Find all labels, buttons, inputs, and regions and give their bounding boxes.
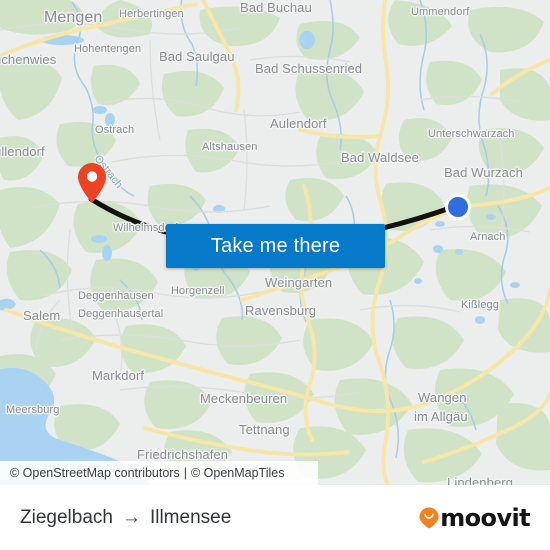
moovit-pin-icon	[419, 507, 439, 529]
map-pin-icon	[78, 163, 106, 203]
arrow-right-icon: →	[121, 507, 141, 528]
take-me-there-button[interactable]: Take me there	[166, 224, 385, 268]
take-me-there-label: Take me there	[210, 234, 341, 257]
origin-pin[interactable]	[78, 163, 106, 203]
osm-attribution-link[interactable]: © OpenStreetMap contributors	[10, 466, 180, 480]
map-canvas[interactable]: Mengen Herbertingen Bad Buchau Ummendorf Hoh…	[0, 0, 550, 485]
destination-dot[interactable]	[445, 194, 471, 220]
moovit-route-screenshot: Mengen Herbertingen Bad Buchau Ummendorf Hoh…	[0, 0, 550, 550]
map-attribution: © OpenStreetMap contributors | © OpenMap…	[0, 461, 318, 485]
openmaptiles-attribution-link[interactable]: © OpenMapTiles	[191, 466, 285, 480]
route-destination-label: Illmensee	[149, 506, 232, 528]
moovit-wordmark: moovit	[440, 503, 530, 532]
attribution-separator: |	[183, 466, 187, 480]
footer-bar: Ziegelbach → Illmensee moovit	[0, 485, 550, 550]
moovit-logo[interactable]: moovit	[419, 503, 531, 532]
route-summary: Ziegelbach → Illmensee	[20, 507, 231, 529]
route-origin-label: Ziegelbach	[20, 506, 113, 528]
